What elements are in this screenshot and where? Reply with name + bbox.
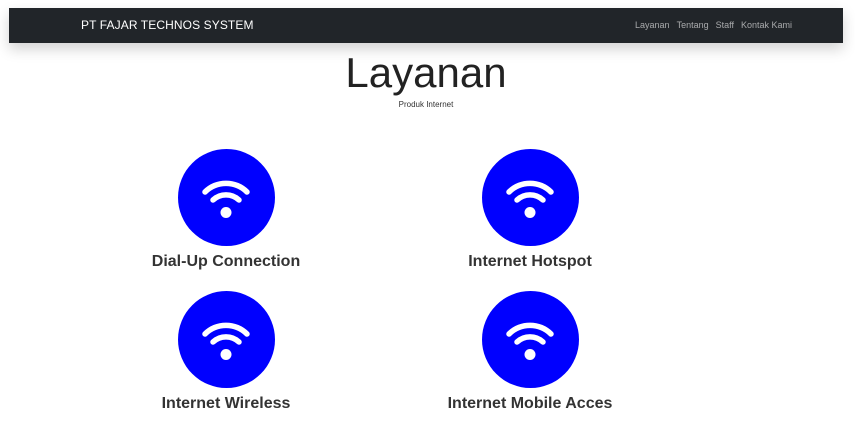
wifi-icon [177, 291, 275, 388]
wifi-glyph [202, 322, 250, 360]
page: PT FAJAR TECHNOS SYSTEM Layanan Tentang … [0, 0, 855, 425]
service-item-mobile-acces: Internet Mobile Acces [410, 291, 650, 413]
brand-link[interactable]: PT FAJAR TECHNOS SYSTEM [81, 18, 254, 32]
nav-link-staff[interactable]: Staff [716, 20, 734, 30]
page-subtitle: Produk Internet [398, 100, 454, 109]
nav-link-layanan[interactable]: Layanan [635, 20, 670, 30]
nav-links: Layanan Tentang Staff Kontak Kami [635, 20, 792, 30]
service-name: Internet Hotspot [468, 253, 592, 270]
service-name: Internet Wireless [161, 395, 291, 412]
wifi-icon [177, 149, 275, 246]
navbar: PT FAJAR TECHNOS SYSTEM Layanan Tentang … [9, 8, 843, 43]
wifi-icon [481, 149, 579, 246]
nav-link-tentang[interactable]: Tentang [677, 20, 709, 30]
wifi-glyph [202, 180, 250, 218]
nav-link-kontak-kami[interactable]: Kontak Kami [741, 20, 792, 30]
page-title: Layanan [345, 49, 507, 96]
service-name: Internet Mobile Acces [447, 395, 613, 412]
wifi-glyph [506, 180, 554, 218]
service-name: Dial-Up Connection [151, 253, 301, 270]
service-item-dial-up: Dial-Up Connection [106, 149, 346, 271]
service-item-hotspot: Internet Hotspot [410, 149, 650, 271]
service-item-wireless: Internet Wireless [106, 291, 346, 413]
page-header: Layanan Produk Internet [9, 43, 843, 123]
wifi-icon [481, 291, 579, 388]
wifi-glyph [506, 322, 554, 360]
